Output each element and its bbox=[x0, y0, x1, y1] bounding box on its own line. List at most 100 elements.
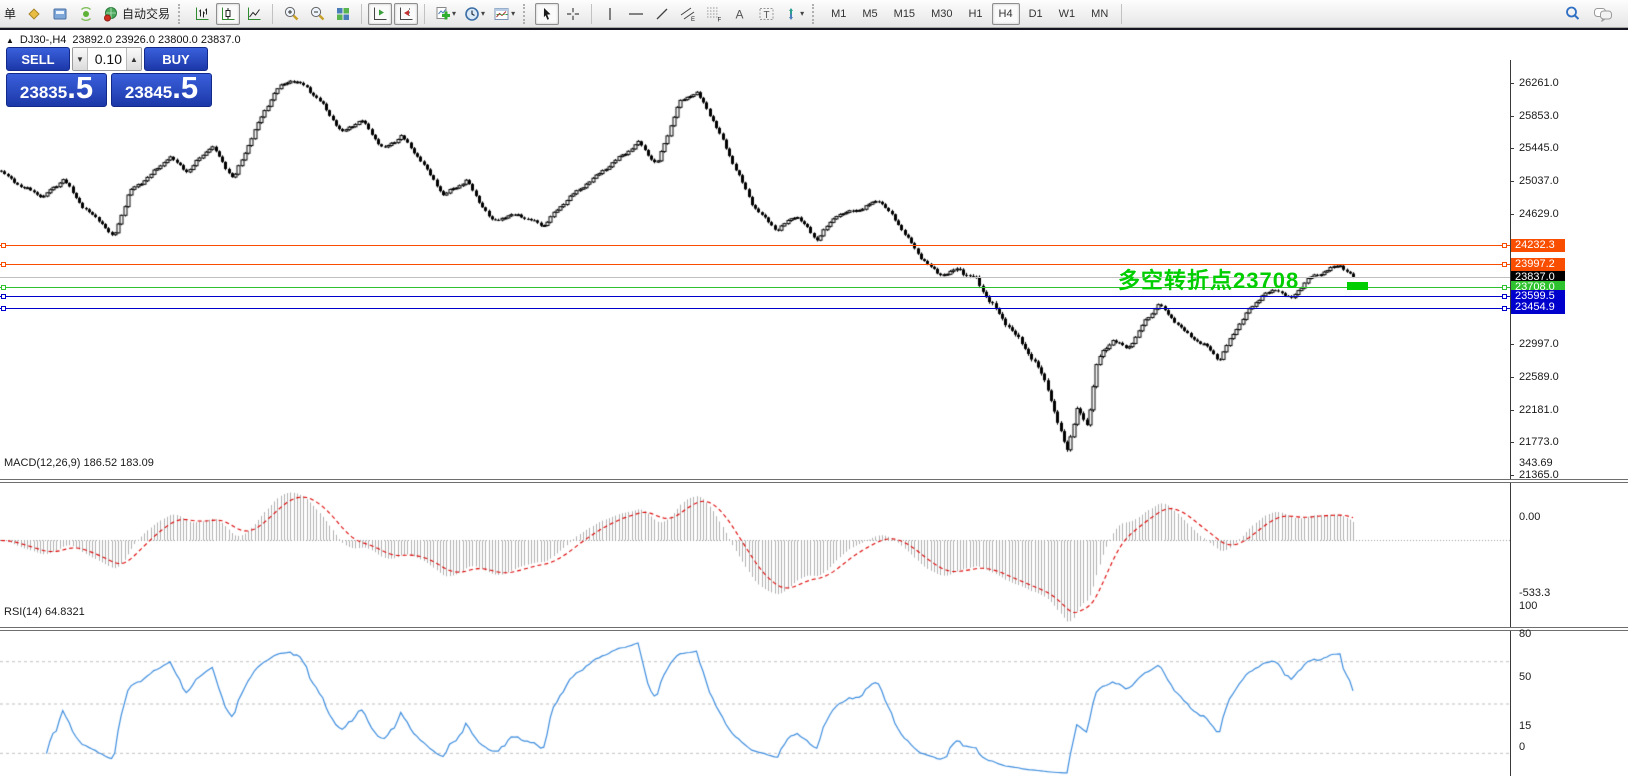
line-handle[interactable] bbox=[1502, 294, 1507, 299]
cursor-button[interactable] bbox=[535, 3, 559, 25]
bar-chart-button[interactable] bbox=[190, 3, 214, 25]
macd-panel[interactable] bbox=[0, 482, 1510, 627]
zoom-in-button[interactable] bbox=[279, 3, 303, 25]
terminal-icon bbox=[52, 6, 68, 22]
line-handle[interactable] bbox=[1, 262, 6, 267]
toolbar-grip bbox=[523, 4, 530, 24]
svg-text:E: E bbox=[691, 17, 695, 22]
vertical-line-icon bbox=[603, 6, 617, 22]
rsi-axis-label: 15 bbox=[1519, 720, 1531, 732]
toolbar-grip bbox=[178, 4, 185, 24]
trendline-button[interactable] bbox=[650, 3, 674, 25]
search-button[interactable] bbox=[1560, 3, 1584, 25]
timeframe-m15[interactable]: M15 bbox=[887, 3, 922, 25]
timeframe-w1[interactable]: W1 bbox=[1052, 3, 1083, 25]
new-order-button[interactable] bbox=[22, 3, 46, 25]
chart-text-annotation[interactable]: 多空转折点23708 bbox=[1118, 263, 1299, 295]
price-marker-dash[interactable] bbox=[1347, 282, 1368, 290]
auto-scroll-button[interactable] bbox=[368, 3, 392, 25]
chart-shift-button[interactable] bbox=[394, 3, 418, 25]
chat-icon bbox=[1593, 6, 1613, 22]
horizontal-line-object[interactable] bbox=[0, 245, 1510, 246]
toolbar-grip bbox=[812, 4, 819, 24]
rsi-axis-label: 100 bbox=[1519, 600, 1537, 612]
timeframe-d1[interactable]: D1 bbox=[1022, 3, 1050, 25]
toolbar-separator bbox=[424, 4, 425, 24]
timeframe-group: M1M5M15M30H1H4D1W1MN bbox=[824, 3, 1115, 25]
svg-text:A: A bbox=[736, 7, 744, 21]
price-axis-label: 24629.0 bbox=[1519, 208, 1559, 220]
menu-fragment[interactable]: 单 bbox=[4, 5, 16, 22]
line-chart-button[interactable] bbox=[242, 3, 266, 25]
price-axis-tick bbox=[1510, 148, 1514, 149]
timeframe-h4[interactable]: H4 bbox=[992, 3, 1020, 25]
autotrading-icon bbox=[103, 6, 119, 22]
cursor-icon bbox=[539, 6, 555, 22]
price-axis-tick bbox=[1510, 83, 1514, 84]
collapse-triangle-icon[interactable]: ▲ bbox=[6, 36, 14, 45]
macd-header: MACD(12,26,9) 186.52 183.09 bbox=[4, 457, 154, 469]
line-handle[interactable] bbox=[1502, 243, 1507, 248]
indicators-button[interactable]: ▾ bbox=[431, 3, 459, 25]
toolbar-separator bbox=[1121, 4, 1122, 24]
templates-button[interactable]: ▾ bbox=[490, 3, 518, 25]
horizontal-line-object[interactable] bbox=[0, 308, 1510, 309]
line-handle[interactable] bbox=[1, 243, 6, 248]
rsi-axis-label: 50 bbox=[1519, 671, 1531, 683]
tile-windows-button[interactable] bbox=[331, 3, 355, 25]
candlestick-chart-button[interactable] bbox=[216, 3, 240, 25]
mt4-window: 单 自动交易 bbox=[0, 0, 1628, 776]
signals-button[interactable] bbox=[74, 3, 98, 25]
line-handle[interactable] bbox=[1502, 306, 1507, 311]
timeframe-m5[interactable]: M5 bbox=[855, 3, 884, 25]
timeframe-m1[interactable]: M1 bbox=[824, 3, 853, 25]
line-handle[interactable] bbox=[1, 285, 6, 290]
price-axis-label: 25853.0 bbox=[1519, 110, 1559, 122]
timeframe-h1[interactable]: H1 bbox=[961, 3, 989, 25]
volume-input[interactable]: 0.10 bbox=[88, 48, 126, 70]
line-handle[interactable] bbox=[1, 294, 6, 299]
chart-symbol-period: DJ30-,H4 bbox=[20, 34, 66, 46]
text-button[interactable]: A bbox=[728, 3, 752, 25]
line-handle[interactable] bbox=[1, 306, 6, 311]
fibonacci-button[interactable]: F bbox=[702, 3, 726, 25]
chevron-down-icon: ▾ bbox=[800, 9, 804, 18]
line-handle[interactable] bbox=[1502, 285, 1507, 290]
price-axis-label: 26261.0 bbox=[1519, 77, 1559, 89]
zoom-out-button[interactable] bbox=[305, 3, 329, 25]
horizontal-line-object[interactable] bbox=[0, 296, 1510, 297]
equidistant-channel-icon: E bbox=[679, 5, 697, 22]
timeframe-m30[interactable]: M30 bbox=[924, 3, 959, 25]
rsi-panel[interactable] bbox=[0, 631, 1510, 776]
autotrading-label: 自动交易 bbox=[122, 5, 170, 22]
vertical-line-button[interactable] bbox=[598, 3, 622, 25]
chat-button[interactable] bbox=[1590, 3, 1616, 25]
text-label-icon: T bbox=[758, 6, 775, 22]
price-axis-label: 21773.0 bbox=[1519, 436, 1559, 448]
horizontal-line-icon bbox=[627, 6, 645, 22]
chart-title-row: ▲ DJ30-,H4 23892.0 23926.0 23800.0 23837… bbox=[6, 34, 241, 46]
crosshair-button[interactable] bbox=[561, 3, 585, 25]
arrows-button[interactable]: ▾ bbox=[780, 3, 807, 25]
price-axis-line bbox=[1510, 60, 1511, 776]
line-handle[interactable] bbox=[1502, 262, 1507, 267]
price-axis-tick bbox=[1510, 475, 1514, 476]
equidistant-channel-button[interactable]: E bbox=[676, 3, 700, 25]
signal-icon bbox=[78, 6, 94, 22]
price-axis-tick bbox=[1510, 116, 1514, 117]
sell-button[interactable]: SELL bbox=[6, 47, 70, 71]
timeframe-mn[interactable]: MN bbox=[1084, 3, 1115, 25]
terminal-button[interactable] bbox=[48, 3, 72, 25]
horizontal-line-button[interactable] bbox=[624, 3, 648, 25]
crosshair-icon bbox=[565, 6, 581, 22]
svg-text:T: T bbox=[763, 10, 769, 21]
price-axis-label: 25037.0 bbox=[1519, 175, 1559, 187]
volume-decrease-button[interactable]: ▼ bbox=[73, 48, 88, 70]
periods-button[interactable]: ▾ bbox=[461, 3, 488, 25]
toolbar-separator bbox=[361, 4, 362, 24]
text-label-button[interactable]: T bbox=[754, 3, 778, 25]
volume-increase-button[interactable]: ▲ bbox=[126, 48, 141, 70]
rsi-header: RSI(14) 64.8321 bbox=[4, 606, 85, 618]
autotrading-button[interactable]: 自动交易 bbox=[100, 3, 173, 25]
buy-button[interactable]: BUY bbox=[144, 47, 208, 71]
